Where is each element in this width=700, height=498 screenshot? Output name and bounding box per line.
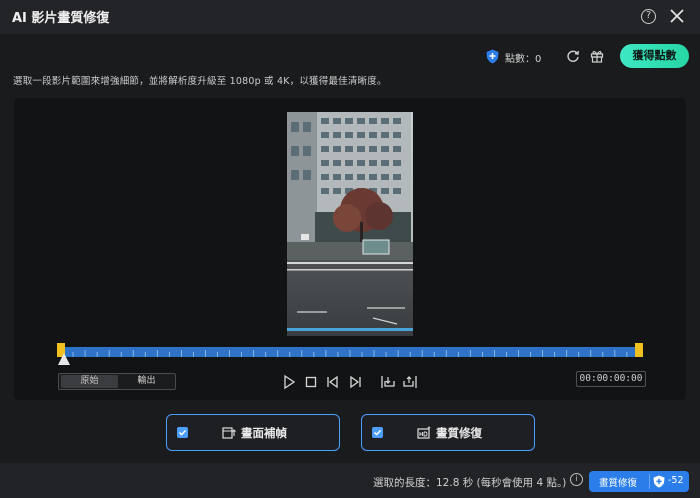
points-cost-icon (653, 475, 665, 488)
toggle-original[interactable]: 原始 (61, 375, 118, 388)
points-shield-icon (486, 49, 499, 64)
title-bar: AI 影片畫質修復 ? (0, 0, 700, 34)
bottom-bar: 選取的長度：12.8 秒 (每秒會使用 4 點。) i 畫質修復 -52 (0, 463, 700, 498)
next-frame-icon[interactable] (347, 374, 363, 390)
get-points-button[interactable]: 獲得點數 (620, 44, 689, 68)
description-text: 選取一段影片範圍來增強細節，並將解析度升級至 1080p 或 4K，以獲得最佳清… (13, 76, 387, 87)
mark-in-icon[interactable] (380, 374, 396, 390)
mark-out-icon[interactable] (402, 374, 418, 390)
previous-frame-icon[interactable] (325, 374, 341, 390)
preview-toggle: 原始 輸出 (58, 373, 176, 390)
play-icon[interactable] (281, 374, 297, 390)
refresh-icon[interactable] (566, 49, 580, 63)
help-icon[interactable]: ? (641, 9, 656, 24)
hd-enhance-checkbox[interactable] (372, 427, 383, 438)
frame-interpolation-toggle[interactable]: 畫面補幀 (166, 414, 340, 451)
toggle-output[interactable]: 輸出 (118, 375, 175, 388)
timecode-display: 00:00:00:00 (576, 371, 646, 387)
points-balance: 點數：0 (505, 54, 542, 65)
enhance-button-label: 畫質修復 (599, 478, 638, 489)
window-title: AI 影片畫質修復 (12, 11, 110, 26)
start-enhance-button[interactable]: 畫質修復 -52 (589, 471, 689, 492)
playhead-marker[interactable] (58, 353, 70, 365)
selected-length-text: 選取的長度：12.8 秒 (每秒會使用 4 點。) (373, 477, 567, 489)
hd-enhance-label: 畫質修復 (436, 426, 482, 440)
enhance-button-divider (649, 474, 650, 489)
info-icon[interactable]: i (570, 473, 583, 486)
video-preview[interactable] (287, 112, 413, 336)
hd-enhance-toggle[interactable]: 畫質修復 (361, 414, 535, 451)
stop-icon[interactable] (303, 374, 319, 390)
frame-interpolation-label: 畫面補幀 (241, 426, 287, 440)
close-icon[interactable] (667, 6, 687, 26)
hd-enhance-icon (417, 426, 431, 439)
gift-icon[interactable] (590, 49, 604, 63)
trim-end-handle[interactable] (635, 343, 643, 357)
frame-interpolation-icon (222, 427, 236, 439)
frame-interpolation-checkbox[interactable] (177, 427, 188, 438)
timeline-ticks (61, 350, 639, 357)
points-cost: -52 (668, 475, 684, 486)
points-toolbar: 點數：0 獲得點數 (0, 44, 700, 70)
